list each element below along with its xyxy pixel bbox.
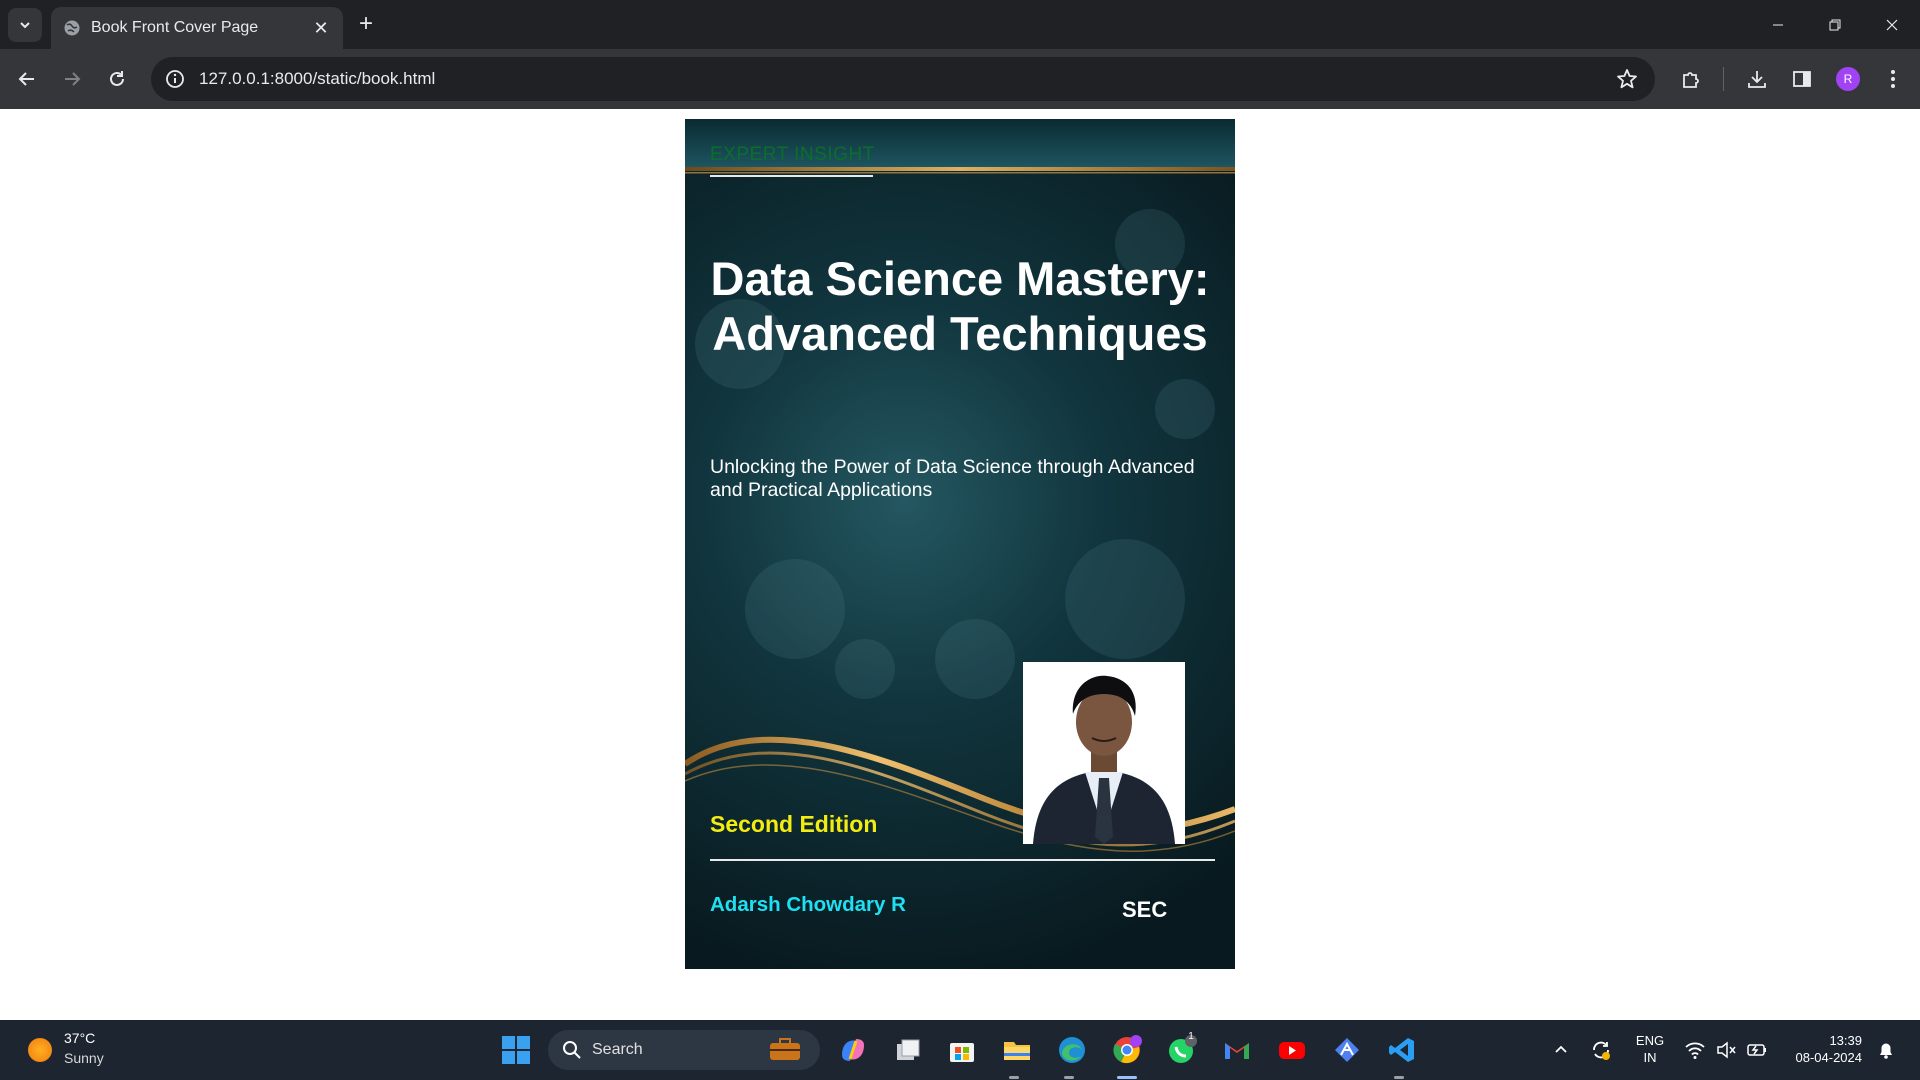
search-icon [563,1041,581,1059]
clock-date: 08-04-2024 [1795,1050,1863,1065]
chrome-icon[interactable] [1110,1033,1144,1067]
more-vertical-icon [1891,70,1895,88]
file-explorer-icon[interactable] [1000,1033,1034,1067]
tab-search-button[interactable] [8,8,42,42]
restore-icon [1829,19,1840,30]
close-icon [1886,19,1897,30]
toolbar-divider [1723,67,1724,91]
vscode-icon[interactable] [1385,1033,1419,1067]
whatsapp-badge: 1 [1188,1031,1194,1042]
side-panel-button[interactable] [1786,63,1818,95]
browser-tab-bar: Book Front Cover Page ✕ + [0,0,1920,49]
restore-button[interactable] [1806,0,1863,49]
task-view-icon[interactable] [891,1033,925,1067]
weather-description[interactable]: Sunny [64,1050,104,1066]
chevron-up-icon [1555,1045,1567,1053]
back-arrow-icon [18,72,34,86]
sync-icon[interactable] [1585,1033,1617,1067]
author-photo [1023,662,1185,844]
download-icon [1748,71,1766,88]
windows-taskbar: 37°C Sunny Search 1 ENG IN 13:39 08-04-2… [0,1020,1920,1080]
downloads-button[interactable] [1741,63,1773,95]
browser-toolbar: 127.0.0.1:8000/static/book.html [0,49,1920,109]
reload-button[interactable] [101,63,133,95]
bokeh-circle [935,619,1015,699]
globe-icon [63,19,81,37]
weather-temperature[interactable]: 37°C [64,1030,95,1046]
gmail-icon[interactable] [1220,1033,1254,1067]
chevron-down-icon [20,22,30,29]
volume-muted-icon[interactable] [1712,1033,1740,1067]
app-indicator [1009,1076,1019,1079]
search-label: Search [592,1041,643,1058]
youtube-icon[interactable] [1275,1033,1309,1067]
store-icon[interactable] [945,1033,979,1067]
tab-title: Book Front Cover Page [91,19,259,36]
notification-bell-icon[interactable] [1872,1033,1900,1067]
copilot-icon[interactable] [836,1033,870,1067]
bokeh-circle [1065,539,1185,659]
app-indicator-active [1117,1076,1137,1079]
address-bar[interactable]: 127.0.0.1:8000/static/book.html [151,57,1655,101]
book-subtitle: Unlocking the Power of Data Science thro… [710,456,1195,501]
author-name: Adarsh Chowdary R [710,893,906,916]
back-button[interactable] [11,63,43,95]
bookmark-star-icon[interactable] [1615,67,1639,96]
reload-icon [110,71,124,86]
forward-button[interactable] [56,63,88,95]
close-window-button[interactable] [1863,0,1920,49]
puzzle-icon [1683,72,1699,88]
whatsapp-icon[interactable]: 1 [1165,1031,1199,1067]
browser-tab[interactable]: Book Front Cover Page ✕ [51,7,343,49]
forward-arrow-icon [65,72,81,86]
wifi-icon[interactable] [1681,1033,1709,1067]
clock-time: 13:39 [1829,1033,1862,1048]
side-panel-icon [1793,71,1811,87]
url-text: 127.0.0.1:8000/static/book.html [199,69,436,88]
language-indicator[interactable]: ENG IN [1630,1032,1670,1066]
page-viewport: EXPERT INSIGHT Data Science Mastery: Adv… [0,109,1920,1020]
bottom-divider-line [710,859,1215,861]
top-divider-line [710,175,873,177]
region-code: IN [1643,1050,1657,1065]
app-indicator [1064,1076,1074,1079]
app-icon[interactable] [1330,1033,1364,1067]
series-label: EXPERT INSIGHT [710,144,875,165]
app-indicator [1394,1076,1404,1079]
battery-icon[interactable] [1743,1033,1771,1067]
publisher-name: SEC [1122,897,1168,922]
edge-icon[interactable] [1055,1033,1089,1067]
sun-icon[interactable] [28,1038,52,1062]
clock[interactable]: 13:39 08-04-2024 [1782,1032,1863,1066]
browser-menu-button[interactable] [1877,63,1909,95]
bokeh-circle [1155,379,1215,439]
book-cover: EXPERT INSIGHT Data Science Mastery: Adv… [685,119,1235,969]
minimize-button[interactable] [1749,0,1806,49]
minimize-icon [1772,24,1783,25]
site-info-icon[interactable] [163,67,187,91]
profile-avatar[interactable]: R [1836,67,1860,91]
close-tab-icon[interactable]: ✕ [311,18,331,39]
new-tab-button[interactable]: + [352,10,380,38]
bokeh-circle [835,639,895,699]
taskbar-search[interactable]: Search [548,1030,820,1070]
edition-label: Second Edition [710,811,878,837]
tray-overflow-button[interactable] [1546,1033,1576,1067]
start-icon[interactable] [499,1033,533,1067]
book-title: Data Science Mastery: Advanced Technique… [710,252,1210,360]
bokeh-circle [745,559,845,659]
extensions-button[interactable] [1675,63,1707,95]
briefcase-icon [770,1038,800,1060]
language-code: ENG [1635,1033,1665,1048]
